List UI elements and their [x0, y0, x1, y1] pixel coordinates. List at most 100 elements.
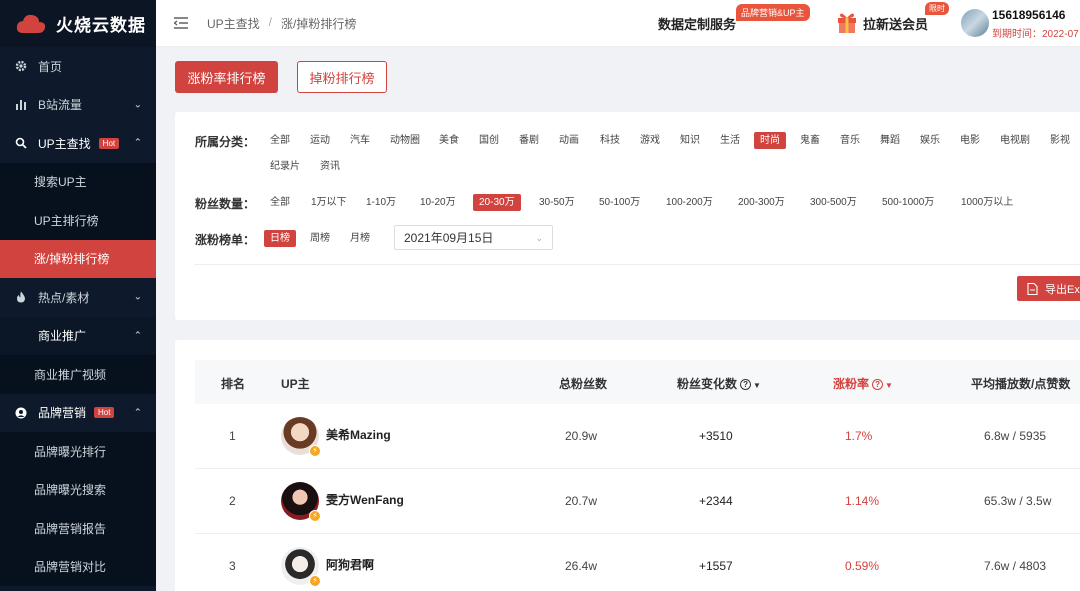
- expire-date: 到期时间：2022-07: [992, 29, 1079, 40]
- sidebar-item-home[interactable]: 首页: [0, 47, 156, 86]
- col-fans-rate[interactable]: 涨粉率? ▼: [833, 375, 893, 392]
- cell-up-name[interactable]: 阿狗君啊: [326, 556, 374, 573]
- chevron-up-icon: ⌃: [133, 137, 142, 149]
- fans-chip[interactable]: 200-300万: [732, 194, 791, 211]
- category-chip[interactable]: 电视剧: [994, 132, 1036, 149]
- sidebar-item-label: 品牌营销: [38, 406, 87, 421]
- fans-chip[interactable]: 30-50万: [533, 194, 581, 211]
- ranking-table: 排名 UP主 总粉丝数 粉丝变化数? ▼ 涨粉率? ▼ 平均播放数/点赞数 1 ⚡ 美希…: [175, 340, 1080, 591]
- category-chip[interactable]: 游戏: [634, 132, 666, 149]
- cell-total-fans: 20.9w: [565, 429, 598, 443]
- category-chip[interactable]: 运动: [304, 132, 336, 149]
- cell-up-name[interactable]: 美希Mazing: [326, 426, 391, 443]
- sidebar-item-search-up[interactable]: 搜索UP主: [0, 162, 156, 201]
- category-chip[interactable]: 国创: [473, 132, 505, 149]
- category-chip[interactable]: 影视: [1044, 132, 1076, 149]
- category-chip[interactable]: 汽车: [344, 132, 376, 149]
- sidebar-item-brand-exposure-search[interactable]: 品牌曝光搜索: [0, 470, 156, 509]
- sidebar-item-brand-report[interactable]: 品牌营销报告: [0, 509, 156, 548]
- custom-service-link[interactable]: 数据定制服务: [658, 14, 736, 33]
- fans-chip[interactable]: 全部: [264, 194, 296, 211]
- tab-fans-rate-ranking[interactable]: 涨粉率排行榜: [175, 61, 278, 93]
- category-chip[interactable]: 番剧: [513, 132, 545, 149]
- gift-icon: [838, 13, 856, 33]
- help-icon[interactable]: ?: [740, 379, 752, 390]
- fans-chip[interactable]: 1万以下: [305, 194, 353, 211]
- rank-type-chip[interactable]: 月榜: [344, 230, 376, 247]
- category-chip[interactable]: 舞蹈: [874, 132, 906, 149]
- cell-rank: 1: [229, 429, 236, 443]
- category-chip[interactable]: 娱乐: [914, 132, 946, 149]
- sidebar-item-fans-ranking[interactable]: 涨/掉粉排行榜: [0, 239, 156, 278]
- category-chip[interactable]: 美食: [433, 132, 465, 149]
- verified-badge-icon: ⚡: [309, 510, 321, 522]
- category-chip[interactable]: 资讯: [314, 158, 346, 175]
- search-icon: [14, 136, 28, 150]
- category-chip[interactable]: 鬼畜: [794, 132, 826, 149]
- col-fans-rate-label: 涨粉率: [833, 377, 870, 391]
- date-picker[interactable]: 2021年09月15日 ⌄: [394, 225, 553, 250]
- brand-name: 火烧云数据: [56, 16, 146, 35]
- cell-up-name[interactable]: 雯方WenFang: [326, 491, 404, 508]
- fans-chip[interactable]: 500-1000万: [876, 194, 940, 211]
- category-chip[interactable]: 动物圈: [384, 132, 426, 149]
- breadcrumb-item-up-search[interactable]: UP主查找: [207, 15, 260, 32]
- sort-down-icon[interactable]: ▼: [753, 381, 761, 390]
- fans-chip[interactable]: 10-20万: [414, 194, 462, 211]
- col-up: UP主: [281, 377, 310, 391]
- sort-down-icon[interactable]: ▼: [885, 381, 893, 390]
- breadcrumb: UP主查找 / 涨/掉粉排行榜: [207, 15, 356, 32]
- sidebar: 火烧云数据 首页 B站流量 ⌄ UP主查找 Hot ⌃ 搜索UP主 UP主排行榜…: [0, 0, 156, 591]
- table-row[interactable]: 2 ⚡ 雯方WenFang 20.7w +2344 1.14% 65.3w / 3.5w: [195, 469, 1080, 534]
- cell-fans-change: +1557: [699, 559, 733, 573]
- rank-type-chip[interactable]: 周榜: [304, 230, 336, 247]
- category-chip[interactable]: 全部: [264, 132, 296, 149]
- rank-type-chip[interactable]: 日榜: [264, 230, 296, 247]
- fans-chip[interactable]: 50-100万: [593, 194, 646, 211]
- col-fans-change-label: 粉丝变化数: [677, 377, 738, 391]
- category-chip[interactable]: 电影: [954, 132, 986, 149]
- col-total-fans[interactable]: 总粉丝数: [559, 375, 607, 392]
- cell-fans-rate: 1.14%: [845, 494, 880, 508]
- avatar[interactable]: [961, 9, 989, 37]
- help-icon[interactable]: ?: [872, 379, 884, 390]
- verified-badge-icon: ⚡: [309, 445, 321, 457]
- sidebar-item-promo-video[interactable]: 商业推广视频: [0, 355, 156, 394]
- category-chip[interactable]: 动画: [553, 132, 585, 149]
- menu-fold-icon[interactable]: [174, 15, 190, 31]
- table-row[interactable]: 3 ⚡ 阿狗君啊 26.4w +1557 0.59% 7.6w / 4803: [195, 534, 1080, 591]
- chevron-down-icon: ⌄: [133, 99, 142, 111]
- category-chip[interactable]: 纪录片: [264, 158, 306, 175]
- fans-chip[interactable]: 1000万以上: [955, 194, 1019, 211]
- category-chip[interactable]: 生活: [714, 132, 746, 149]
- fans-chip[interactable]: 20-30万: [473, 194, 521, 211]
- sidebar-item-traffic[interactable]: B站流量 ⌄: [0, 86, 156, 125]
- category-chip[interactable]: 音乐: [834, 132, 866, 149]
- col-avg-play-like: 平均播放数/点赞数: [971, 377, 1071, 391]
- sidebar-item-brand-exposure-rank[interactable]: 品牌曝光排行: [0, 432, 156, 471]
- sidebar-item-hot-material[interactable]: 热点/素材 ⌄: [0, 278, 156, 317]
- chevron-down-icon: ⌄: [133, 291, 142, 303]
- sidebar-item-brand-compare[interactable]: 品牌营销对比: [0, 547, 156, 586]
- limited-badge: 限时: [925, 2, 949, 15]
- sidebar-item-up-search[interactable]: UP主查找 Hot ⌃: [0, 124, 156, 163]
- fans-chip[interactable]: 100-200万: [660, 194, 719, 211]
- sidebar-item-label: UP主排行榜: [34, 213, 99, 228]
- category-chip[interactable]: 科技: [594, 132, 626, 149]
- invite-link[interactable]: 拉新送会员: [863, 14, 928, 33]
- export-button[interactable]: 导出Ex: [1017, 276, 1080, 301]
- sidebar-item-up-ranking[interactable]: UP主排行榜: [0, 201, 156, 240]
- brand[interactable]: 火烧云数据: [0, 0, 156, 47]
- cell-fans-change: +2344: [699, 494, 733, 508]
- category-chip[interactable]: 时尚: [754, 132, 786, 149]
- fans-chip[interactable]: 300-500万: [804, 194, 863, 211]
- category-chip[interactable]: 知识: [674, 132, 706, 149]
- fans-chip[interactable]: 1-10万: [360, 194, 402, 211]
- username[interactable]: 15618956146: [992, 8, 1065, 22]
- tab-fans-lose-ranking[interactable]: 掉粉排行榜: [297, 61, 387, 93]
- sidebar-item-business-promo[interactable]: 商业推广 ⌃: [0, 316, 156, 355]
- table-row[interactable]: 1 ⚡ 美希Mazing 20.9w +3510 1.7% 6.8w / 5935: [195, 404, 1080, 469]
- hot-badge: Hot: [98, 137, 120, 149]
- col-fans-change[interactable]: 粉丝变化数? ▼: [677, 375, 761, 392]
- sidebar-item-brand-marketing[interactable]: 品牌营销 Hot ⌃: [0, 394, 156, 433]
